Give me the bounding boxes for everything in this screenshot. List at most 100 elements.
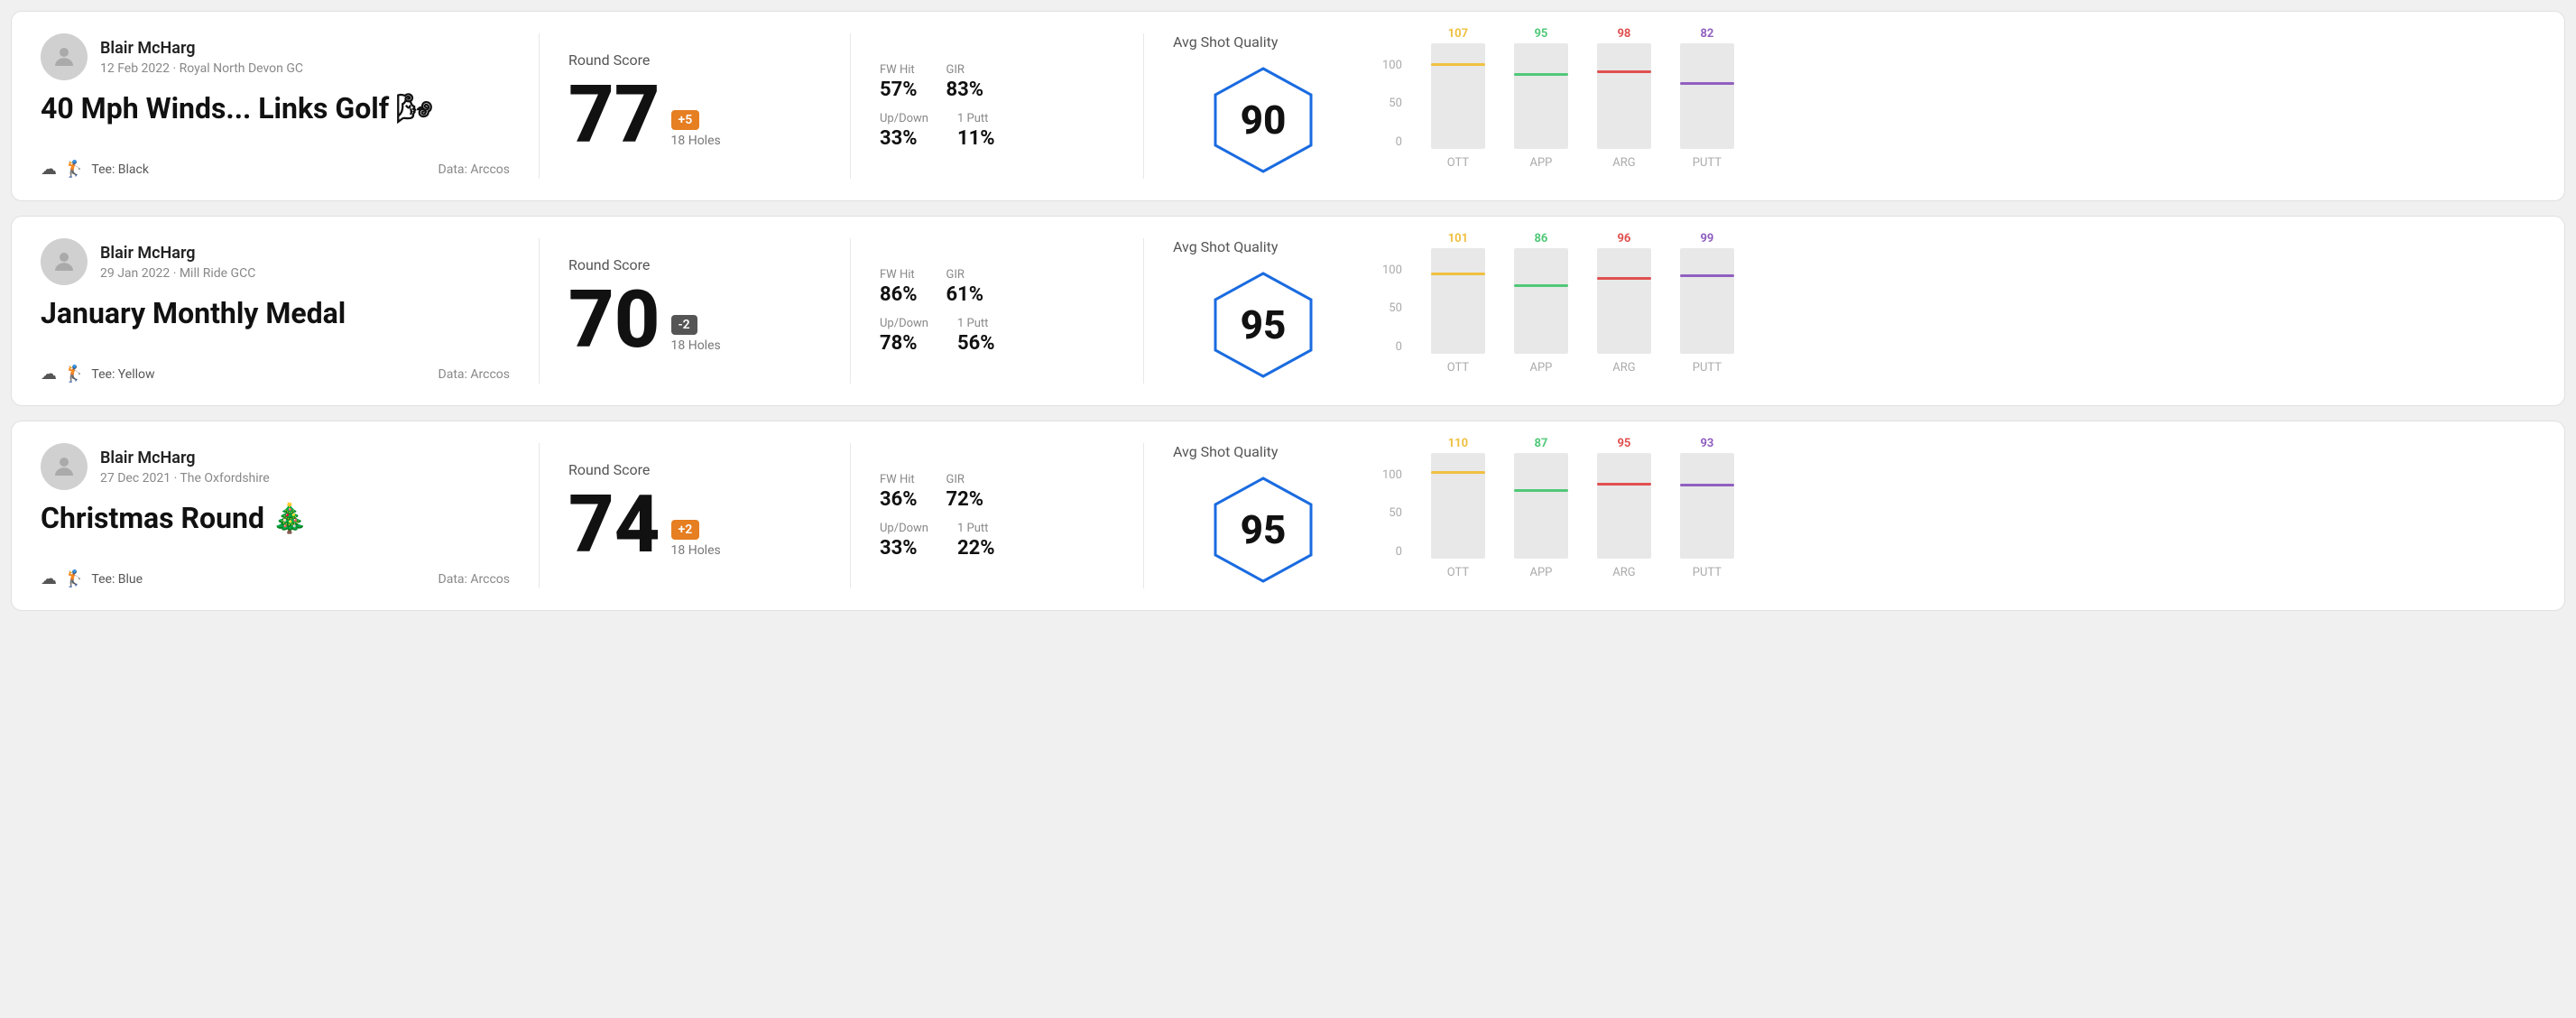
- round-card-3: Blair McHarg 27 Dec 2021 · The Oxfordshi…: [11, 421, 2565, 611]
- bar-accent: [1431, 63, 1485, 66]
- oneputt-label: 1 Putt: [957, 112, 995, 125]
- score-number: 70: [568, 281, 660, 360]
- bar-group-ott: 107 OTT: [1431, 43, 1485, 170]
- bottom-info: ☁ 🏌 Tee: Blue Data: Arccos: [41, 569, 510, 588]
- score-row: 74 +2 18 Holes: [568, 486, 821, 565]
- updown-label: Up/Down: [880, 112, 928, 125]
- updown-label: Up/Down: [880, 522, 928, 535]
- score-section: Round Score 77 +5 18 Holes: [568, 33, 821, 179]
- oneputt-stat: 1 Putt 22%: [957, 522, 995, 560]
- quality-label: Avg Shot Quality: [1173, 33, 1278, 51]
- fw-hit-stat: FW Hit 57%: [880, 63, 918, 101]
- divider-1: [539, 33, 540, 179]
- bar-category-label: OTT: [1447, 361, 1469, 375]
- bar-accent: [1514, 284, 1568, 287]
- divider-2: [850, 238, 851, 384]
- y-label-100: 100: [1382, 60, 1402, 71]
- gir-label: GIR: [946, 473, 984, 486]
- quality-section: Avg Shot Quality 95: [1173, 443, 1353, 588]
- bar-category-label: ARG: [1612, 566, 1635, 579]
- oneputt-value: 11%: [957, 127, 995, 150]
- bar-accent: [1597, 277, 1651, 280]
- y-label-50: 50: [1389, 97, 1402, 109]
- chart-section: 100 50 0 107 OTT 95 APP: [1353, 33, 2535, 179]
- bar-background: [1431, 453, 1485, 559]
- tee-info: ☁ 🏌 Tee: Black: [41, 160, 149, 179]
- fw-hit-label: FW Hit: [880, 63, 918, 77]
- bar-group-ott: 101 OTT: [1431, 248, 1485, 375]
- bar-accent: [1431, 471, 1485, 474]
- data-source: Data: Arccos: [439, 572, 510, 587]
- bar-value-label: 95: [1617, 437, 1630, 450]
- divider-1: [539, 443, 540, 588]
- stats-row-bottom: Up/Down 33% 1 Putt 11%: [880, 112, 1114, 150]
- bar-accent: [1514, 73, 1568, 76]
- quality-section: Avg Shot Quality 95: [1173, 238, 1353, 384]
- hexagon-container: 95: [1205, 266, 1322, 384]
- quality-label: Avg Shot Quality: [1173, 238, 1278, 255]
- holes-text: 18 Holes: [671, 134, 721, 148]
- hexagon-container: 95: [1205, 471, 1322, 588]
- user-info: Blair McHarg 12 Feb 2022 · Royal North D…: [41, 33, 510, 80]
- bar-category-label: PUTT: [1693, 156, 1722, 170]
- user-details: Blair McHarg 27 Dec 2021 · The Oxfordshi…: [100, 448, 270, 485]
- gir-value: 61%: [946, 283, 984, 306]
- bar-category-label: OTT: [1447, 566, 1469, 579]
- gir-value: 72%: [946, 488, 984, 511]
- left-section: Blair McHarg 29 Jan 2022 · Mill Ride GCC…: [41, 238, 510, 384]
- score-badge-col: +2 18 Holes: [671, 520, 721, 565]
- y-label-100: 100: [1382, 469, 1402, 481]
- left-section: Blair McHarg 12 Feb 2022 · Royal North D…: [41, 33, 510, 179]
- golf-bag-icon: 🏌: [64, 365, 84, 384]
- holes-text: 18 Holes: [671, 338, 721, 353]
- holes-text: 18 Holes: [671, 543, 721, 558]
- score-differential: +5: [671, 110, 700, 130]
- divider-3: [1143, 33, 1144, 179]
- bar-value-label: 87: [1534, 437, 1547, 450]
- gir-stat: GIR 72%: [946, 473, 984, 511]
- bar-background: [1680, 43, 1734, 149]
- bar-category-label: APP: [1529, 566, 1552, 579]
- user-details: Blair McHarg 29 Jan 2022 · Mill Ride GCC: [100, 243, 255, 280]
- tee-label: Tee: Yellow: [91, 367, 154, 382]
- bar-background: [1514, 248, 1568, 354]
- avatar-icon: [51, 453, 78, 480]
- tee-label: Tee: Black: [91, 162, 149, 177]
- user-info: Blair McHarg 29 Jan 2022 · Mill Ride GCC: [41, 238, 510, 285]
- quality-number: 95: [1241, 301, 1287, 348]
- oneputt-stat: 1 Putt 11%: [957, 112, 995, 150]
- bar-group-arg: 96 ARG: [1597, 248, 1651, 375]
- oneputt-value: 56%: [957, 332, 995, 355]
- avatar-icon: [51, 43, 78, 70]
- stats-row-top: FW Hit 86% GIR 61%: [880, 268, 1114, 306]
- updown-value: 33%: [880, 127, 928, 150]
- bar-value-label: 93: [1700, 437, 1713, 450]
- oneputt-label: 1 Putt: [957, 317, 995, 330]
- stats-section: FW Hit 36% GIR 72% Up/Down 33% 1 Putt 22…: [880, 443, 1114, 588]
- oneputt-stat: 1 Putt 56%: [957, 317, 995, 355]
- fw-hit-value: 36%: [880, 488, 918, 511]
- user-name: Blair McHarg: [100, 243, 255, 264]
- round-score-label: Round Score: [568, 256, 821, 273]
- score-badge-col: +5 18 Holes: [671, 110, 721, 155]
- stats-row-top: FW Hit 57% GIR 83%: [880, 63, 1114, 101]
- weather-icon: ☁: [41, 160, 57, 179]
- bar-category-label: PUTT: [1693, 361, 1722, 375]
- divider-3: [1143, 238, 1144, 384]
- bar-value-label: 107: [1448, 27, 1468, 41]
- app-container: Blair McHarg 12 Feb 2022 · Royal North D…: [11, 11, 2565, 611]
- bar-group-arg: 98 ARG: [1597, 43, 1651, 170]
- bar-background: [1514, 453, 1568, 559]
- weather-icon: ☁: [41, 569, 57, 588]
- bar-group-app: 87 APP: [1514, 453, 1568, 579]
- bar-background: [1597, 43, 1651, 149]
- fw-hit-stat: FW Hit 86%: [880, 268, 918, 306]
- bar-chart: 100 50 0 110 OTT 87 APP: [1382, 453, 2535, 579]
- data-source: Data: Arccos: [439, 367, 510, 382]
- fw-hit-label: FW Hit: [880, 473, 918, 486]
- avatar: [41, 238, 88, 285]
- bar-chart: 100 50 0 101 OTT 86 APP: [1382, 248, 2535, 375]
- updown-label: Up/Down: [880, 317, 928, 330]
- bar-background: [1431, 43, 1485, 149]
- gir-label: GIR: [946, 268, 984, 282]
